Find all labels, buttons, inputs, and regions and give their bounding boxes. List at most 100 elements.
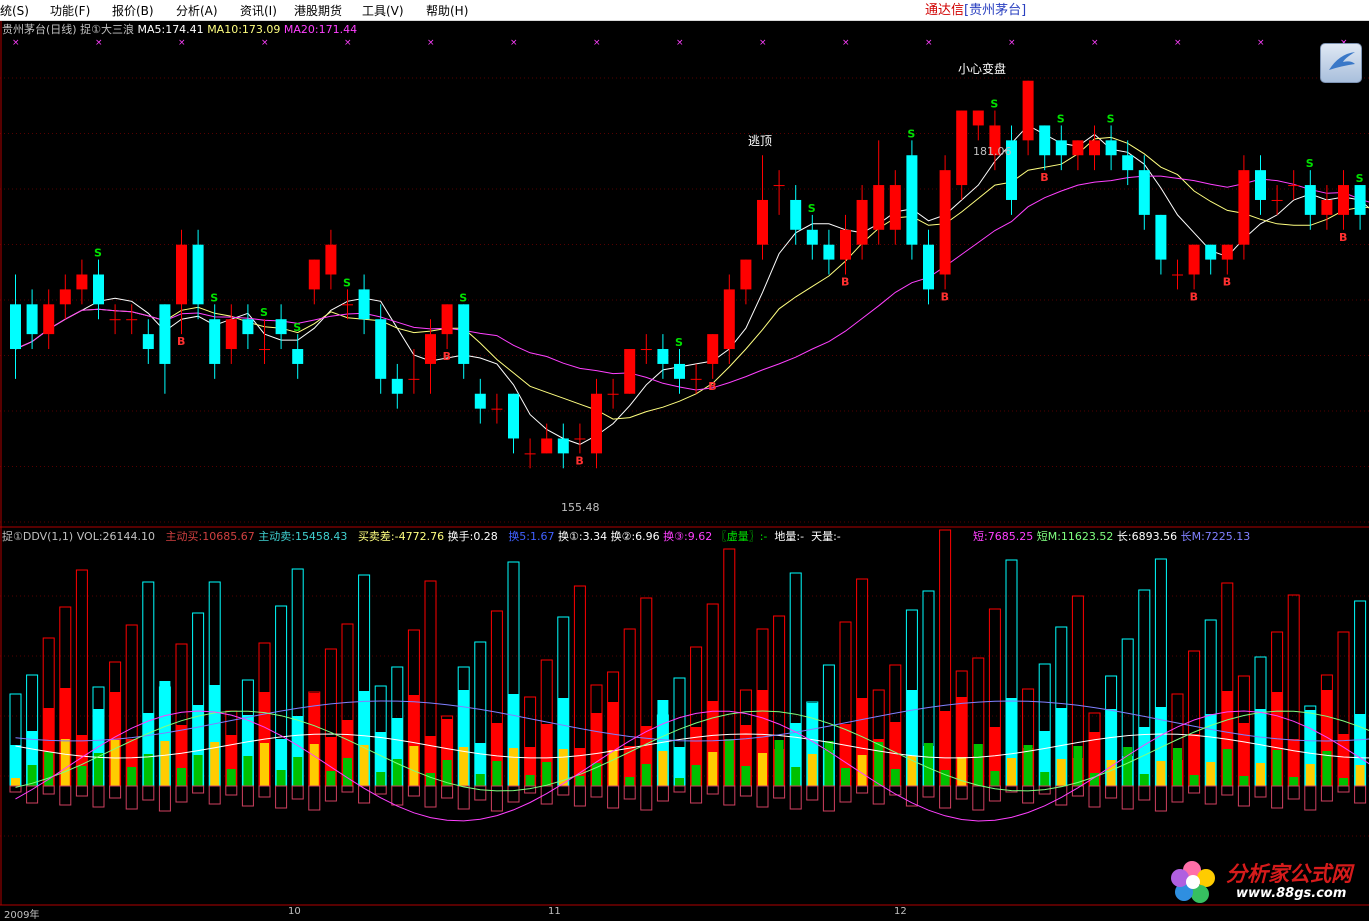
- sell-signal: S: [260, 306, 268, 319]
- volume-core-bar: [326, 771, 335, 786]
- watermark-url: www.88gs.com: [1236, 886, 1346, 901]
- candle-body: [1139, 170, 1150, 215]
- price-legend: 贵州茅台(日线) 捉①大三浪 MA5:174.41 MA10:173.09 MA…: [2, 23, 357, 37]
- candle-body: [1056, 140, 1067, 155]
- volume-core-bar: [177, 768, 186, 786]
- volume-core-bar: [77, 766, 86, 786]
- candle-body: [309, 260, 320, 290]
- volume-core-bar: [426, 773, 435, 786]
- sell-signal: S: [1057, 112, 1065, 125]
- volume-core-bar: [609, 750, 618, 786]
- volume-core-bar: [360, 745, 369, 786]
- sell-signal: S: [293, 321, 301, 334]
- marker-dot: ×: [1008, 38, 1016, 48]
- candle-body: [242, 319, 253, 334]
- volume-negative-bar: [574, 786, 585, 806]
- volume-negative-bar: [1155, 786, 1166, 811]
- volume-core-bar: [227, 769, 236, 786]
- volume-negative-bar: [1023, 786, 1034, 803]
- volume-negative-bar: [159, 786, 170, 811]
- candle-body: [1338, 185, 1349, 215]
- volume-negative-bar: [724, 786, 735, 805]
- candle-body: [508, 394, 519, 439]
- volume-negative-bar: [76, 786, 87, 796]
- volume-negative-bar: [209, 786, 220, 804]
- volume-core-bar: [1156, 761, 1165, 786]
- volume-negative-bar: [193, 786, 204, 793]
- buy-signal: B: [1040, 171, 1048, 184]
- volume-core-bar: [575, 776, 584, 786]
- menu-help[interactable]: 帮助(H): [426, 2, 468, 19]
- app-logo-button[interactable]: [1320, 43, 1362, 83]
- volume-negative-bar: [43, 786, 54, 794]
- marker-dot: ×: [925, 38, 933, 48]
- volume-negative-bar: [608, 786, 619, 808]
- candle-body: [674, 364, 685, 379]
- short-value: 短:7685.25: [973, 530, 1033, 543]
- candle-body: [774, 185, 785, 186]
- candle-body: [408, 379, 419, 380]
- date-tick-oct: 10: [288, 906, 301, 917]
- candle-body: [807, 230, 818, 245]
- candle-body: [724, 289, 735, 349]
- candle-body: [425, 334, 436, 364]
- candle-body: [359, 289, 370, 319]
- volume-negative-bar: [840, 786, 851, 802]
- candle-body: [757, 200, 768, 245]
- volume-core-bar: [1289, 777, 1298, 786]
- volume-core-bar: [343, 758, 352, 786]
- volume-negative-bar: [1338, 786, 1349, 792]
- candle-body: [906, 155, 917, 244]
- volume-legend: 捉①DDV(1,1) VOL:26144.10 主动买:10685.67 主动卖…: [2, 530, 841, 544]
- menu-system[interactable]: 统(S): [0, 2, 29, 19]
- sell-signal: S: [808, 202, 816, 215]
- date-tick-year: 2009年: [4, 906, 39, 921]
- marker-dot: ×: [842, 38, 850, 48]
- menu-analysis[interactable]: 分析(A): [176, 2, 218, 19]
- volume-core-bar: [509, 748, 518, 786]
- buy-signal: B: [1223, 276, 1231, 289]
- candle-body: [574, 438, 585, 439]
- volume-negative-bar: [276, 786, 287, 808]
- volume-core-bar: [1239, 776, 1248, 786]
- volume-core-bar: [891, 769, 900, 786]
- vol-value: VOL:26144.10: [77, 530, 155, 543]
- volume-core-bar: [791, 767, 800, 786]
- marker-dot: ×: [344, 38, 352, 48]
- date-tick-dec: 12: [894, 906, 907, 917]
- volume-negative-bar: [242, 786, 253, 806]
- menu-function[interactable]: 功能(F): [50, 2, 90, 19]
- volume-core-bar: [1322, 751, 1331, 786]
- chart-area[interactable]: SBSSSSBSBSBSBSBSBSSBBSBS××××××××××××××××…: [0, 21, 1369, 915]
- app-name: 通达信: [925, 3, 964, 18]
- candle-body: [1039, 125, 1050, 155]
- menu-hk-futures[interactable]: 港股期货: [294, 2, 342, 19]
- marker-dot: ×: [1091, 38, 1099, 48]
- candle-body: [890, 185, 901, 230]
- volume-negative-bar: [707, 786, 718, 794]
- volume-core-bar: [1057, 759, 1066, 786]
- candle-body: [707, 334, 718, 364]
- volume-core-bar: [1339, 778, 1348, 786]
- volume-core-bar: [144, 754, 153, 786]
- volume-negative-bar: [259, 786, 270, 797]
- volume-negative-bar: [1355, 786, 1366, 803]
- volume-core-bar: [675, 778, 684, 786]
- candle-body: [176, 245, 187, 305]
- volume-core-bar: [974, 744, 983, 786]
- marker-dot: ×: [427, 38, 435, 48]
- volume-core-bar: [1040, 772, 1049, 786]
- menu-quote[interactable]: 报价(B): [112, 2, 154, 19]
- candle-body: [1272, 200, 1283, 201]
- kline-chart[interactable]: SBSSSSBSBSBSBSBSBSSBBSBS××××××××××××××××…: [0, 21, 1369, 915]
- menu-tools[interactable]: 工具(V): [362, 2, 404, 19]
- volume-core-bar: [924, 743, 933, 786]
- sell-signal: S: [94, 247, 102, 260]
- menu-info[interactable]: 资讯(I): [240, 2, 277, 19]
- volume-negative-bar: [342, 786, 353, 792]
- candle-body: [790, 200, 801, 230]
- volume-negative-bar: [1255, 786, 1266, 797]
- marker-dot: ×: [759, 38, 767, 48]
- watermark: 分析家公式网 www.88gs.com: [1170, 856, 1366, 908]
- candle-body: [10, 304, 21, 349]
